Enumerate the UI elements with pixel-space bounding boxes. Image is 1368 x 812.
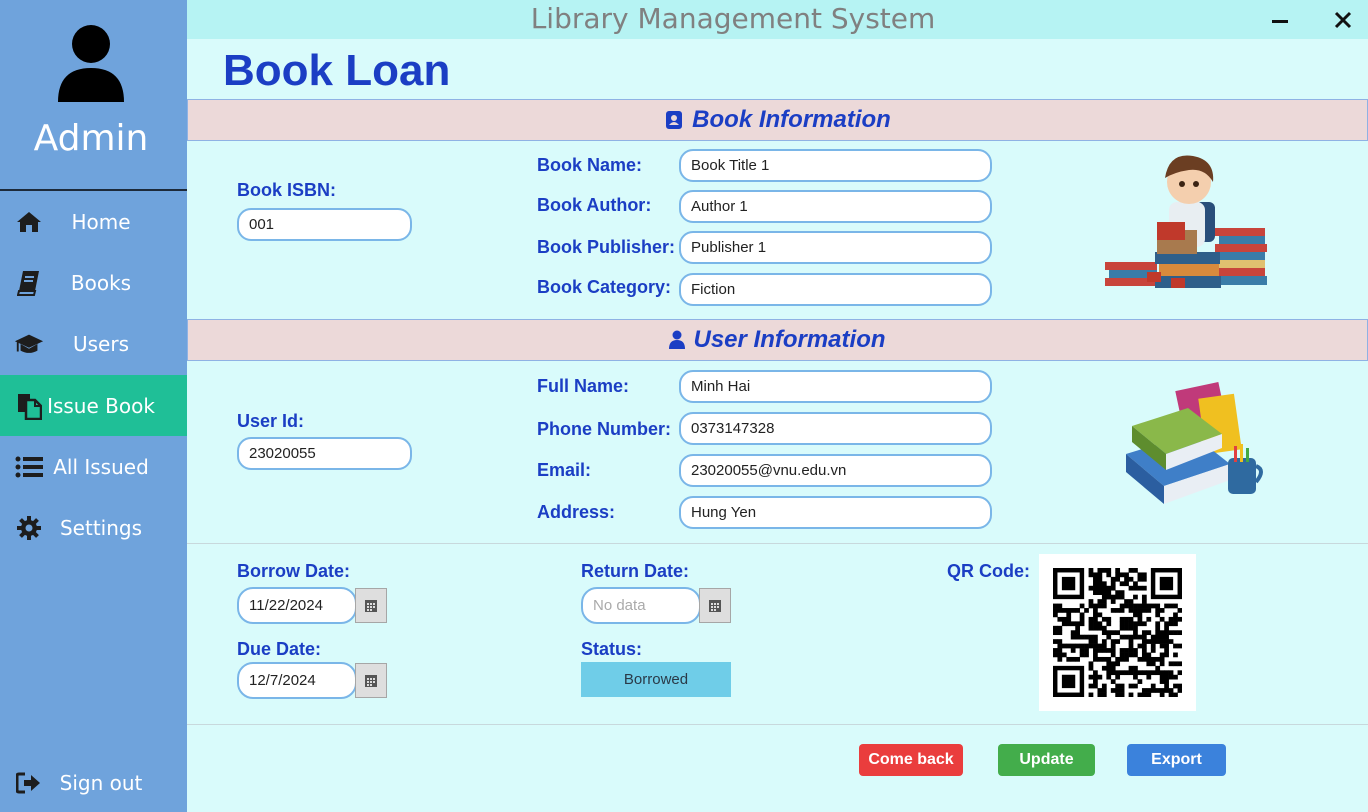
page-title: Book Loan bbox=[223, 46, 451, 95]
user-information-header: User Information bbox=[187, 319, 1368, 361]
title-bar: Library Management System bbox=[187, 0, 1368, 39]
qr-code-label: QR Code: bbox=[947, 561, 1030, 581]
borrow-date-calendar-button[interactable] bbox=[355, 588, 387, 623]
book-information-header: Book Information bbox=[187, 99, 1368, 141]
book-name-input[interactable]: Book Title 1 bbox=[679, 149, 992, 182]
book-name-label: Book Name: bbox=[537, 155, 643, 175]
close-icon bbox=[1334, 11, 1352, 29]
borrow-date-picker: 11/22/2024 bbox=[237, 587, 387, 624]
qr-code-pattern bbox=[1053, 568, 1182, 697]
due-date-calendar-button[interactable] bbox=[355, 663, 387, 698]
sidebar-item-home[interactable]: Home bbox=[0, 191, 187, 252]
calendar-icon bbox=[365, 599, 377, 612]
user-information-heading: User Information bbox=[693, 326, 886, 353]
sign-out-label: Sign out bbox=[59, 770, 143, 795]
sidebar-item-label: Users bbox=[72, 331, 129, 356]
sign-out-button[interactable]: Sign out bbox=[0, 752, 187, 812]
boy-reading-illustration bbox=[1105, 155, 1267, 288]
sidebar-item-settings[interactable]: Settings bbox=[0, 497, 187, 558]
sidebar-item-label: Books bbox=[70, 270, 132, 295]
book-isbn-input[interactable]: 001 bbox=[237, 208, 412, 241]
phone-number-input[interactable]: 0373147328 bbox=[679, 412, 992, 445]
book-information-heading: Book Information bbox=[692, 106, 891, 133]
sidebar: Admin Home Books Users Issue Book All Is… bbox=[0, 0, 187, 812]
books-stack-illustration bbox=[1126, 381, 1263, 504]
calendar-icon bbox=[365, 674, 377, 687]
window-title: Library Management System bbox=[530, 2, 936, 35]
address-input[interactable]: Hung Yen bbox=[679, 496, 992, 529]
book-isbn-label: Book ISBN: bbox=[237, 180, 336, 200]
address-book-icon bbox=[666, 111, 683, 129]
return-date-calendar-button[interactable] bbox=[699, 588, 731, 623]
sidebar-item-issue-book[interactable]: Issue Book bbox=[0, 375, 187, 436]
user-icon bbox=[669, 330, 686, 349]
user-id-label: User Id: bbox=[237, 411, 305, 431]
phone-number-label: Phone Number: bbox=[537, 419, 672, 439]
book-category-input[interactable]: Fiction bbox=[679, 273, 992, 306]
due-date-label: Due Date: bbox=[237, 639, 322, 659]
email-input[interactable]: 23020055@vnu.edu.vn bbox=[679, 454, 992, 487]
borrow-date-label: Borrow Date: bbox=[237, 561, 351, 581]
full-name-input[interactable]: Minh Hai bbox=[679, 370, 992, 403]
sidebar-item-users[interactable]: Users bbox=[0, 313, 187, 374]
book-category-label: Book Category: bbox=[537, 277, 672, 297]
book-publisher-input[interactable]: Publisher 1 bbox=[679, 231, 992, 264]
return-date-input[interactable]: No data bbox=[581, 587, 701, 624]
return-date-label: Return Date: bbox=[581, 561, 690, 581]
export-button[interactable]: Export bbox=[1127, 744, 1226, 776]
minimize-icon bbox=[1272, 20, 1288, 23]
close-button[interactable] bbox=[1329, 6, 1357, 34]
minimize-button[interactable] bbox=[1266, 6, 1294, 34]
user-avatar-icon bbox=[58, 25, 124, 102]
update-button[interactable]: Update bbox=[998, 744, 1095, 776]
due-date-input[interactable]: 12/7/2024 bbox=[237, 662, 357, 699]
sidebar-item-label: Home bbox=[71, 209, 131, 234]
qr-code-image bbox=[1039, 554, 1196, 711]
sidebar-item-books[interactable]: Books bbox=[0, 252, 187, 313]
sidebar-item-label: All Issued bbox=[53, 454, 149, 479]
sidebar-item-label: Settings bbox=[59, 515, 143, 540]
sidebar-item-all-issued[interactable]: All Issued bbox=[0, 436, 187, 497]
admin-label: Admin bbox=[33, 118, 149, 159]
address-label: Address: bbox=[537, 502, 616, 522]
sidebar-item-label: Issue Book bbox=[47, 393, 155, 418]
status-badge: Borrowed bbox=[581, 662, 731, 697]
return-date-picker: No data bbox=[581, 587, 731, 624]
due-date-picker: 12/7/2024 bbox=[237, 662, 387, 699]
user-id-input[interactable]: 23020055 bbox=[237, 437, 412, 470]
book-author-label: Book Author: bbox=[537, 195, 652, 215]
status-label: Status: bbox=[581, 639, 643, 659]
book-publisher-label: Book Publisher: bbox=[537, 237, 676, 257]
come-back-button[interactable]: Come back bbox=[859, 744, 963, 776]
section-divider bbox=[187, 543, 1368, 544]
email-label: Email: bbox=[537, 460, 592, 480]
book-author-input[interactable]: Author 1 bbox=[679, 190, 992, 223]
borrow-date-input[interactable]: 11/22/2024 bbox=[237, 587, 357, 624]
calendar-icon bbox=[709, 599, 721, 612]
footer-divider bbox=[187, 724, 1368, 725]
full-name-label: Full Name: bbox=[537, 376, 630, 396]
